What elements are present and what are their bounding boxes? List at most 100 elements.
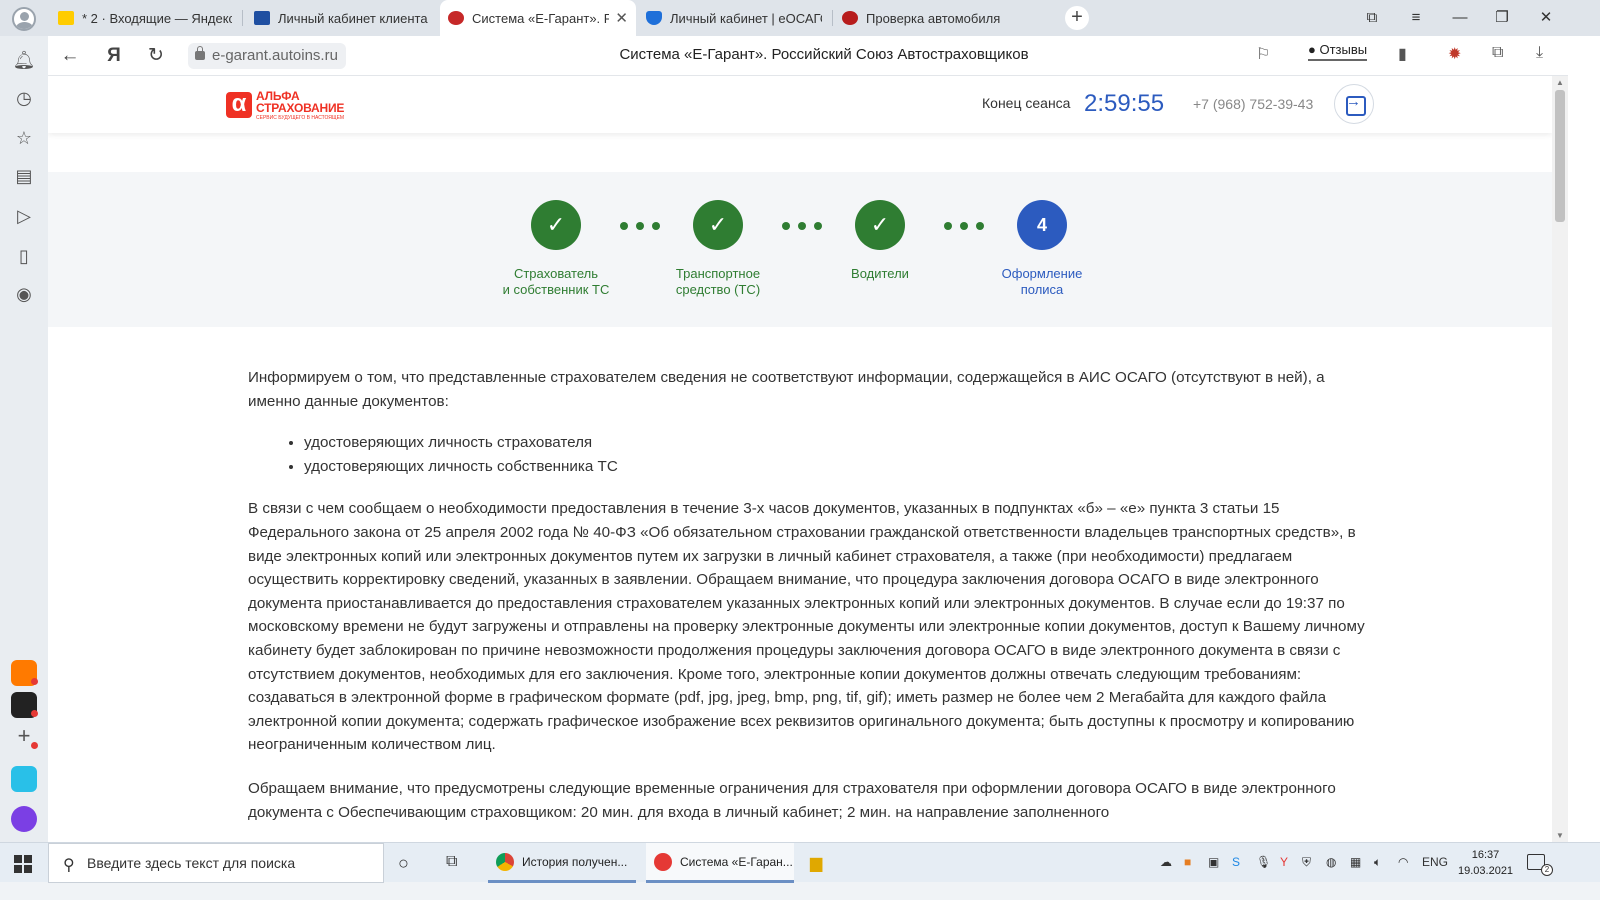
page-content: α АЛЬФА СТРАХОВАНИЕ СЕРВИС БУДУЩЕГО В НА… <box>48 76 1552 842</box>
menu-icon[interactable]: ≡ <box>1406 8 1426 28</box>
notes-icon[interactable]: ▯ <box>12 244 36 268</box>
display-icon[interactable]: ▦ <box>1350 855 1361 869</box>
yandex-mail-icon <box>58 11 74 25</box>
intro-paragraph: Информируем о том, что представленные ст… <box>248 369 1325 410</box>
vertical-scrollbar[interactable]: ▲ ▼ <box>1552 76 1568 842</box>
browser-sidebar: 🔔︎ ◷ ☆ ▤ ▷ ▯ ◉ + <box>0 36 48 842</box>
lock-icon <box>195 46 205 60</box>
tray-app-icon[interactable]: ■ <box>1184 855 1191 869</box>
notification-badge: 2 <box>1541 864 1553 876</box>
yandex-tray-icon[interactable]: Y <box>1280 855 1288 869</box>
scrollbar-thumb[interactable] <box>1555 90 1565 222</box>
task-view-icon[interactable]: ⧉ <box>446 853 457 871</box>
close-tab-icon[interactable]: ✕ <box>615 9 628 27</box>
task-yandex-browser[interactable]: Система «Е-Гаран... <box>646 843 794 883</box>
document-list: удостоверяющих личность страхователя удо… <box>304 431 1368 478</box>
right-strip <box>1568 36 1600 842</box>
scroll-up-icon[interactable]: ▲ <box>1555 78 1565 87</box>
session-timer: 2:59:55 <box>1084 90 1165 117</box>
tab-eosago[interactable]: Личный кабинет | еОСАГО <box>638 0 830 36</box>
session-end-label: Конец сеанса <box>982 95 1071 111</box>
logout-button[interactable] <box>1334 84 1374 124</box>
profile-icon[interactable] <box>12 7 36 31</box>
step-number-badge: 4 <box>1017 200 1067 250</box>
play-icon[interactable]: ▷ <box>12 204 36 228</box>
skype-icon[interactable]: S <box>1232 855 1240 869</box>
shield-icon <box>646 11 662 25</box>
file-explorer-icon[interactable]: ▆ <box>810 853 822 873</box>
restore-icon[interactable]: ❐ <box>1492 8 1512 28</box>
history-icon[interactable]: ◷ <box>12 86 36 110</box>
check-icon: ✓ <box>693 200 743 250</box>
cortana-icon[interactable]: ○ <box>398 853 409 874</box>
browser-tab-bar: * 2 · Входящие — Яндекс.Почта Личный каб… <box>0 0 1600 36</box>
tab-car-check[interactable]: Проверка автомобиля <box>834 0 1030 36</box>
logo-name: АЛЬФА СТРАХОВАНИЕ <box>256 88 345 115</box>
site-header: α АЛЬФА СТРАХОВАНИЕ СЕРВИС БУДУЩЕГО В НА… <box>48 76 1552 133</box>
close-window-icon[interactable]: ✕ <box>1536 8 1556 28</box>
adblock-icon[interactable]: ✹ <box>1448 44 1461 64</box>
alfa-logo-mark: α <box>226 92 252 118</box>
task-chrome-history[interactable]: История получен... <box>488 843 636 883</box>
collections-icon[interactable]: ▤ <box>12 164 36 188</box>
minimize-icon[interactable]: — <box>1450 8 1470 28</box>
security-icon[interactable]: ⛨ <box>1302 855 1311 870</box>
camera-icon[interactable]: ◉ <box>12 282 36 306</box>
alfa-logo[interactable]: α АЛЬФА СТРАХОВАНИЕ СЕРВИС БУДУЩЕГО В НА… <box>226 88 356 122</box>
logo-tagline: СЕРВИС БУДУЩЕГО В НАСТОЯЩЕМ <box>256 114 345 121</box>
step-insurer[interactable]: ✓ Страхователь и собственник ТС <box>476 200 636 298</box>
collections-icon[interactable]: ⧉ <box>1362 8 1382 28</box>
taskbar-search[interactable]: ⚲ Введите здесь текст для поиска <box>48 843 384 883</box>
tray-window-icon[interactable]: ▣ <box>1208 855 1219 869</box>
volume-icon[interactable]: 🔈︎ <box>1374 855 1381 870</box>
search-icon: ⚲ <box>63 857 75 874</box>
scroll-down-icon[interactable]: ▼ <box>1555 831 1565 840</box>
bell-icon[interactable]: 🔔︎ <box>12 48 36 72</box>
windows-taskbar: ⚲ Введите здесь текст для поиска ○ ⧉ Ист… <box>0 842 1600 883</box>
back-icon[interactable]: ← <box>58 44 82 68</box>
check-icon: ✓ <box>531 200 581 250</box>
page-title: Система «Е-Гарант». Российский Союз Авто… <box>619 46 1029 63</box>
speech-bubble-icon: ● <box>1308 42 1316 57</box>
step-label: Оформление полиса <box>1001 266 1083 297</box>
list-item: удостоверяющих личность страхователя <box>304 431 1368 455</box>
onedrive-icon[interactable]: ☁ <box>1160 855 1172 869</box>
egarant-icon <box>448 11 464 25</box>
tab-vsk-cabinet[interactable]: Личный кабинет клиента <box>246 0 438 36</box>
notice-text: Информируем о том, что представленные ст… <box>248 366 1368 842</box>
yandex-browser-icon <box>654 852 672 871</box>
download-icon[interactable]: ⤓ <box>1536 44 1543 62</box>
step-drivers[interactable]: ✓ Водители <box>800 200 960 282</box>
language-indicator[interactable]: ENG <box>1422 855 1448 869</box>
step-label: Транспортное средство (ТС) <box>675 266 761 297</box>
step-policy[interactable]: 4 Оформление полиса <box>962 200 1122 298</box>
windows-start-icon[interactable] <box>14 855 32 873</box>
bookmark-icon[interactable]: ▮ <box>1398 44 1407 64</box>
system-clock[interactable]: 16:37 19.03.2021 <box>1458 847 1513 879</box>
wifi-icon[interactable]: ◠ <box>1398 855 1408 869</box>
address-bar[interactable]: e-garant.autoins.ru <box>188 43 346 69</box>
messenger-app-icon[interactable] <box>11 766 37 792</box>
requirements-paragraph: В связи с чем сообщаем о необходимости п… <box>248 500 1365 754</box>
extensions-icon[interactable]: ⧉ <box>1492 44 1503 62</box>
list-item: удостоверяющих личность собственника ТС <box>304 455 1368 479</box>
time-limits-paragraph: Обращаем внимание, что предусмотрены сле… <box>248 779 1336 821</box>
tab-yandex-mail[interactable]: * 2 · Входящие — Яндекс.Почта <box>50 0 240 36</box>
microphone-icon[interactable]: 🎙︎ <box>1256 855 1271 869</box>
step-label: Водители <box>851 266 909 281</box>
browser-toolbar: ← Я ↻ e-garant.autoins.ru Система «Е-Гар… <box>48 36 1600 76</box>
phone-number: +7 (968) 752-39-43 <box>1193 96 1314 112</box>
reviews-button[interactable]: ● Отзывы <box>1308 42 1368 61</box>
new-tab-button[interactable]: + <box>1065 6 1089 30</box>
star-icon[interactable]: ☆ <box>12 126 36 150</box>
yandex-icon[interactable]: Я <box>102 44 126 68</box>
step-vehicle[interactable]: ✓ Транспортное средство (ТС) <box>638 200 798 298</box>
reload-icon[interactable]: ↻ <box>144 44 168 68</box>
alice-icon[interactable] <box>11 806 37 832</box>
vpn-icon[interactable]: ◍ <box>1326 855 1336 869</box>
vsk-icon <box>254 11 270 25</box>
step-label: Страхователь и собственник ТС <box>502 266 610 297</box>
tab-egarant[interactable]: Система «Е-Гарант». Российский Союз Авто… <box>440 0 636 36</box>
extension-icon[interactable]: ⚐ <box>1256 44 1270 64</box>
check-icon: ✓ <box>855 200 905 250</box>
